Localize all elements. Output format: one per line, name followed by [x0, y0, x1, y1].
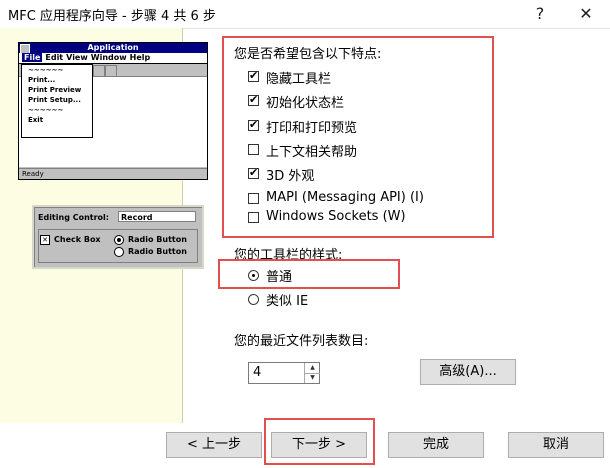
menu-separator: ~~~~~~: [28, 66, 64, 74]
file-menu-dropdown: ~~~~~~ Print... Print Preview Print Setu…: [21, 64, 93, 138]
toolbar-style-label-normal: 普通: [266, 270, 293, 285]
next-button[interactable]: 下一步 >: [271, 432, 367, 458]
controls-preview: Editing Control: Record ✕ Check Box Radi…: [32, 205, 204, 269]
title-bar: MFC 应用程序向导 - 步骤 4 共 6 步 ? ✕: [0, 0, 610, 29]
radio-on-icon: [114, 235, 124, 245]
menu-window: Window: [90, 53, 127, 62]
menu-item-print-preview: Print Preview: [28, 86, 82, 94]
feature-label: 3D 外观: [266, 169, 315, 184]
menu-item-exit: Exit: [28, 116, 44, 124]
checkbox-mapi[interactable]: [248, 193, 259, 204]
finish-button[interactable]: 完成: [388, 432, 484, 458]
mru-count-spinner[interactable]: 4 ▲ ▼: [248, 362, 320, 384]
checkbox-status-bar[interactable]: [248, 93, 259, 106]
menu-edit: Edit: [45, 53, 64, 62]
checkbox-context-help[interactable]: [248, 144, 259, 155]
back-button[interactable]: < 上一步: [166, 432, 262, 458]
app-preview-window: Application File Edit View Window Help ~~~~~…: [18, 42, 208, 180]
feature-label: 打印和打印预览: [266, 121, 358, 136]
menu-file: File: [22, 53, 43, 62]
editing-control-field: Record: [118, 211, 196, 222]
menu-view: View: [66, 53, 88, 62]
spin-down-icon[interactable]: ▼: [304, 373, 320, 383]
radio-off-icon: [114, 247, 124, 257]
mru-count-value[interactable]: 4: [253, 365, 261, 380]
radio-ie-style[interactable]: [248, 294, 259, 305]
normal-style-highlight: [218, 259, 400, 289]
app-preview-statusbar: Ready: [19, 168, 207, 179]
menu-help: Help: [129, 53, 151, 62]
menu-item-print: Print...: [28, 76, 56, 84]
checkbox-3d-look[interactable]: [248, 166, 259, 179]
menu-item-print-setup: Print Setup...: [28, 96, 81, 104]
app-preview-title: Application: [19, 43, 207, 53]
editing-control-label: Editing Control:: [38, 213, 109, 222]
checkbox-hide-toolbar[interactable]: [248, 69, 259, 82]
close-button[interactable]: ✕: [566, 0, 606, 28]
features-highlight: [222, 36, 494, 238]
check-box-icon: ✕: [40, 235, 50, 245]
radio-normal[interactable]: [248, 270, 259, 281]
help-button[interactable]: ?: [520, 0, 560, 28]
toolbar-button-icon: [105, 65, 117, 77]
feature-label: 隐藏工具栏: [266, 72, 332, 87]
checkbox-windows-sockets[interactable]: [248, 212, 259, 223]
toolbar-style-label-ie: 类似 IE: [266, 294, 309, 309]
app-preview-menubar: File Edit View Window Help: [19, 53, 207, 64]
feature-label: MAPI (Messaging API) (I): [266, 190, 424, 205]
toolbar-button-icon: [93, 65, 105, 77]
feature-label: 上下文相关帮助: [266, 145, 358, 160]
features-title: 您是否希望包含以下特点:: [234, 47, 382, 62]
window-title: MFC 应用程序向导 - 步骤 4 共 6 步: [8, 9, 216, 24]
feature-label: 初始化状态栏: [266, 96, 345, 111]
checkbox-printing[interactable]: [248, 118, 259, 131]
menu-separator: ~~~~~~: [28, 106, 64, 114]
advanced-button[interactable]: 高级(A)...: [420, 359, 516, 385]
feature-label: Windows Sockets (W): [266, 209, 406, 224]
radio-button-label-1: Radio Button: [128, 235, 187, 244]
mru-title: 您的最近文件列表数目:: [234, 334, 369, 349]
cancel-button[interactable]: 取消: [508, 432, 604, 458]
check-box-label: Check Box: [54, 235, 101, 244]
radio-button-label-2: Radio Button: [128, 247, 187, 256]
